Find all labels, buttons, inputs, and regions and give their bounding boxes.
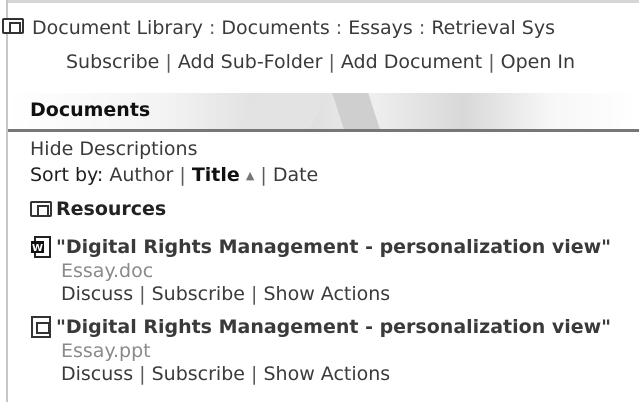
hide-descriptions-link[interactable]: Hide Descriptions [30, 138, 197, 160]
section-banner: Documents [8, 93, 639, 129]
sort-author-link[interactable]: Author [109, 164, 173, 186]
add-sub-folder-link[interactable]: Add Sub-Folder [178, 51, 323, 73]
discuss-link[interactable]: Discuss [61, 283, 133, 305]
action-separator: | [251, 363, 258, 385]
document-filename: Essay.doc [61, 260, 154, 282]
word-doc-icon: W [31, 236, 51, 258]
view-options: Hide Descriptions [30, 138, 197, 160]
document-title-link[interactable]: "Digital Rights Management - personaliza… [56, 316, 611, 338]
breadcrumb-separator: : [329, 17, 349, 39]
action-separator: | [482, 51, 501, 73]
folder-link-resources[interactable]: Resources [56, 198, 166, 220]
folder-icon [2, 18, 24, 34]
breadcrumb-documents[interactable]: Documents [221, 17, 329, 39]
show-actions-link[interactable]: Show Actions [263, 283, 390, 305]
open-in-link[interactable]: Open In [501, 51, 575, 73]
action-separator: | [251, 283, 258, 305]
sort-bar: Sort by: Author | Title ▲ | Date [30, 164, 318, 187]
breadcrumb-essays[interactable]: Essays [348, 17, 413, 39]
action-separator: | [159, 51, 178, 73]
left-border [6, 0, 8, 402]
subscribe-link[interactable]: Subscribe [152, 363, 245, 385]
sort-title-active[interactable]: Title [192, 164, 240, 186]
action-separator: | [322, 51, 341, 73]
document-filename: Essay.ppt [61, 340, 151, 362]
banner-graphic [332, 93, 380, 129]
svg-text:W: W [32, 243, 43, 254]
action-separator: | [139, 283, 146, 305]
discuss-link[interactable]: Discuss [61, 363, 133, 385]
breadcrumb: Document Library : Documents : Essays : … [2, 17, 555, 39]
document-title-row: W "Digital Rights Management - personali… [30, 236, 611, 258]
sort-ascending-icon: ▲ [245, 169, 255, 182]
document-actions: Discuss | Subscribe | Show Actions [61, 283, 390, 305]
ppt-doc-icon [31, 316, 51, 338]
folder-icon [30, 201, 52, 217]
breadcrumb-separator: : [202, 17, 222, 39]
top-border [8, 0, 639, 3]
document-actions: Discuss | Subscribe | Show Actions [61, 363, 390, 385]
subscribe-link[interactable]: Subscribe [152, 283, 245, 305]
banner-graphic [239, 93, 327, 129]
action-separator: | [139, 363, 146, 385]
show-actions-link[interactable]: Show Actions [263, 363, 390, 385]
sort-separator: | [260, 164, 267, 186]
breadcrumb-document-library[interactable]: Document Library [32, 17, 203, 39]
breadcrumb-separator: : [412, 17, 432, 39]
breadcrumb-retrieval-sys[interactable]: Retrieval Sys [431, 17, 555, 39]
section-title: Documents [30, 99, 151, 121]
add-document-link[interactable]: Add Document [341, 51, 482, 73]
folder-item: Resources [30, 198, 166, 220]
section-divider [8, 129, 639, 132]
sort-label: Sort by: [30, 164, 104, 186]
document-title-row: "Digital Rights Management - personaliza… [30, 316, 611, 338]
subscribe-link[interactable]: Subscribe [66, 51, 159, 73]
sort-separator: | [179, 164, 186, 186]
document-title-link[interactable]: "Digital Rights Management - personaliza… [56, 236, 611, 258]
sort-date-link[interactable]: Date [273, 164, 318, 186]
folder-actions: Subscribe | Add Sub-Folder | Add Documen… [66, 51, 575, 73]
